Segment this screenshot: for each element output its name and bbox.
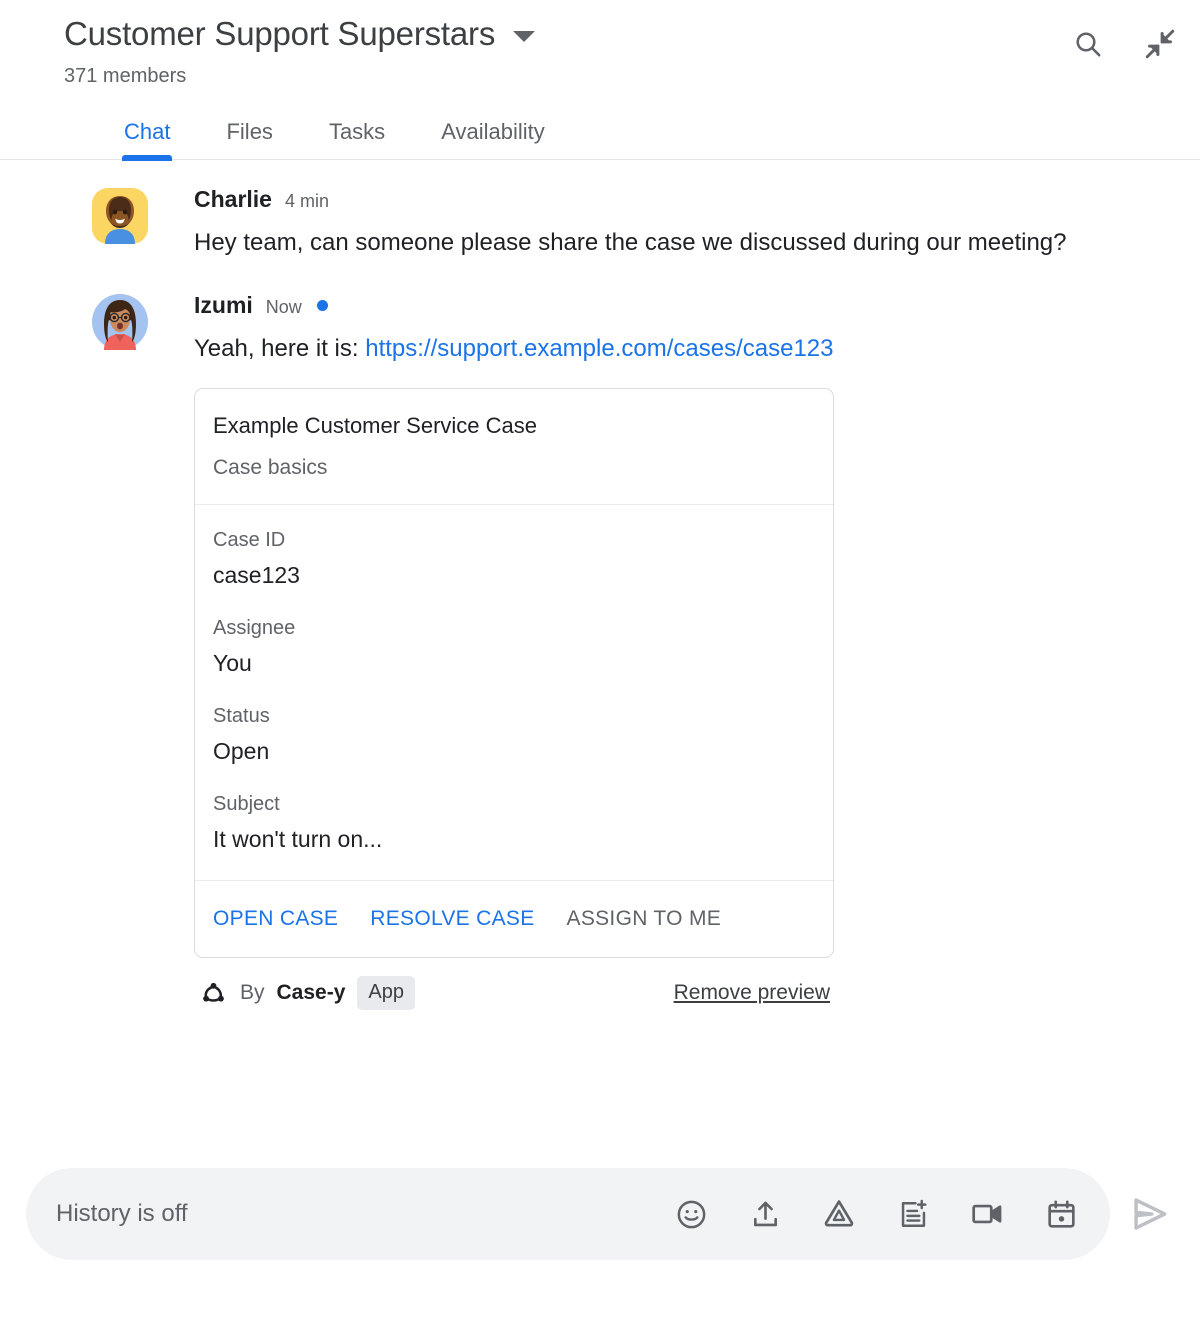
field-value: Open — [213, 738, 270, 764]
tab-tasks[interactable]: Tasks — [301, 119, 413, 159]
send-icon[interactable] — [1122, 1186, 1178, 1242]
compose-bar: History is off — [0, 1168, 1200, 1260]
assign-to-me-button[interactable]: ASSIGN TO ME — [567, 907, 722, 931]
message-text-prefix: Yeah, here it is: — [194, 335, 366, 362]
upload-icon[interactable] — [746, 1195, 784, 1233]
tab-tasks-label: Tasks — [328, 119, 386, 144]
tab-availability[interactable]: Availability — [413, 119, 573, 159]
emoji-icon[interactable] — [672, 1195, 710, 1233]
tab-bar: Chat Files Tasks Availability — [0, 106, 1200, 161]
field-label: Case ID — [213, 529, 286, 551]
field-value: case123 — [213, 562, 300, 588]
attribution-by-label: By — [240, 981, 265, 1004]
message-timestamp: Now — [265, 297, 302, 317]
card-body: Case ID case123 Assignee You Status Open — [195, 505, 833, 881]
member-count: 371 members — [64, 65, 187, 87]
drive-icon[interactable] — [820, 1195, 858, 1233]
unread-indicator-dot — [316, 300, 328, 311]
tab-files[interactable]: Files — [198, 119, 300, 159]
charlie-avatar[interactable] — [92, 188, 148, 244]
room-title-block: Customer Support Superstars 371 members — [64, 14, 536, 88]
tab-availability-label: Availability — [441, 119, 545, 144]
resolve-case-button[interactable]: RESOLVE CASE — [370, 907, 534, 931]
message-sender[interactable]: Charlie — [194, 186, 272, 213]
header-actions — [1070, 26, 1178, 62]
calendar-icon[interactable] — [1042, 1195, 1080, 1233]
compose-icon-group — [672, 1195, 1080, 1233]
card-subtitle: Case basics — [213, 456, 328, 479]
chevron-down-icon[interactable] — [513, 30, 536, 42]
video-call-icon[interactable] — [968, 1195, 1006, 1233]
remove-preview-link[interactable]: Remove preview — [674, 981, 834, 1005]
compose-input-container[interactable]: History is off — [26, 1168, 1110, 1260]
case-preview-card: Example Customer Service Case Case basic… — [194, 388, 834, 958]
card-field-case-id: Case ID case123 — [213, 527, 815, 590]
field-value: It won't turn on... — [213, 826, 383, 852]
message-timestamp: 4 min — [284, 191, 329, 211]
open-case-button[interactable]: OPEN CASE — [213, 907, 338, 931]
message-sender[interactable]: Izumi — [194, 292, 253, 319]
card-field-subject: Subject It won't turn on... — [213, 791, 815, 854]
page-title: Customer Support Superstars — [64, 15, 496, 52]
app-badge: App — [357, 976, 415, 1010]
message-item: Charlie 4 min Hey team, can someone plea… — [0, 186, 1176, 264]
room-header: Customer Support Superstars 371 members — [0, 0, 1200, 88]
card-action-bar: OPEN CASE RESOLVE CASE ASSIGN TO ME — [195, 881, 833, 957]
field-value: You — [213, 650, 252, 676]
attribution-app-name: Case-y — [276, 981, 346, 1004]
webhook-icon — [198, 978, 228, 1008]
card-field-assignee: Assignee You — [213, 615, 815, 678]
card-attribution: By Case-y App Remove preview — [194, 976, 834, 1010]
message-text: Yeah, here it is: https://support.exampl… — [194, 328, 1094, 370]
field-label: Subject — [213, 793, 280, 815]
tab-chat-label: Chat — [124, 119, 171, 144]
tab-files-label: Files — [226, 119, 273, 144]
compose-placeholder: History is off — [56, 1200, 188, 1227]
message-text: Hey team, can someone please share the c… — [194, 229, 1067, 256]
card-field-status: Status Open — [213, 703, 815, 766]
case-link[interactable]: https://support.example.com/cases/case12… — [365, 335, 833, 362]
izumi-avatar[interactable] — [92, 294, 148, 350]
field-label: Status — [213, 705, 270, 727]
search-icon[interactable] — [1070, 26, 1106, 62]
collapse-icon[interactable] — [1142, 26, 1178, 62]
message-item: Izumi Now Yeah, here it is: https://supp… — [0, 292, 1176, 1010]
add-document-icon[interactable] — [894, 1195, 932, 1233]
tab-chat[interactable]: Chat — [96, 119, 198, 161]
message-list: Charlie 4 min Hey team, can someone plea… — [0, 160, 1200, 1010]
card-header: Example Customer Service Case Case basic… — [195, 389, 833, 505]
chat-room-window: Customer Support Superstars 371 members — [0, 0, 1200, 1336]
field-label: Assignee — [213, 617, 296, 639]
card-title: Example Customer Service Case — [213, 413, 538, 438]
